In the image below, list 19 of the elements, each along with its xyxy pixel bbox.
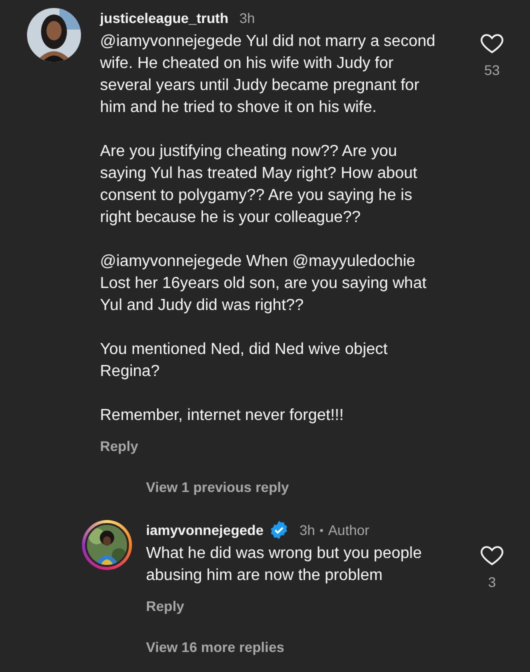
view-replies-link[interactable]: View 16 more replies bbox=[146, 637, 284, 658]
username[interactable]: iamyvonnejegede bbox=[146, 520, 264, 540]
reply-link[interactable]: Reply bbox=[146, 596, 184, 617]
like-count: 3 bbox=[488, 573, 496, 592]
comment-text: Remember, internet never forget!!! bbox=[100, 406, 345, 426]
reply-link[interactable]: Reply bbox=[100, 436, 138, 457]
comment-text: @iamyvonnejegede When @mayyuledochie Lost her 16years old son, are you saying what Yul and Judy did was right?? bbox=[100, 252, 428, 316]
timestamp: 3h bbox=[300, 520, 316, 540]
comment-text: @iamyvonnejegede Yul did not marry a second wife. He cheated on his wife with Judy for several years until Judy became pregnant for him and he tried to shove it on his wife. bbox=[100, 32, 436, 118]
username[interactable]: justiceleague_truth bbox=[100, 8, 228, 28]
timestamp: 3h bbox=[239, 8, 255, 28]
author-label: Author bbox=[328, 520, 370, 540]
comment-text: You mentioned Ned, did Ned wive object Regina? bbox=[100, 340, 389, 382]
comment-text: What he did was wrong but you people abusing him are now the problem bbox=[146, 544, 423, 586]
comment-text: Are you justifying cheating now?? Are you saying Yul has treated May right? How about consent to polygamy?? Are you saying he is right because he is your colleague?? bbox=[100, 142, 418, 228]
avatar[interactable] bbox=[82, 520, 132, 570]
view-replies-link[interactable]: View 1 previous reply bbox=[146, 477, 289, 498]
avatar[interactable] bbox=[27, 8, 81, 62]
like-count: 53 bbox=[484, 61, 500, 80]
